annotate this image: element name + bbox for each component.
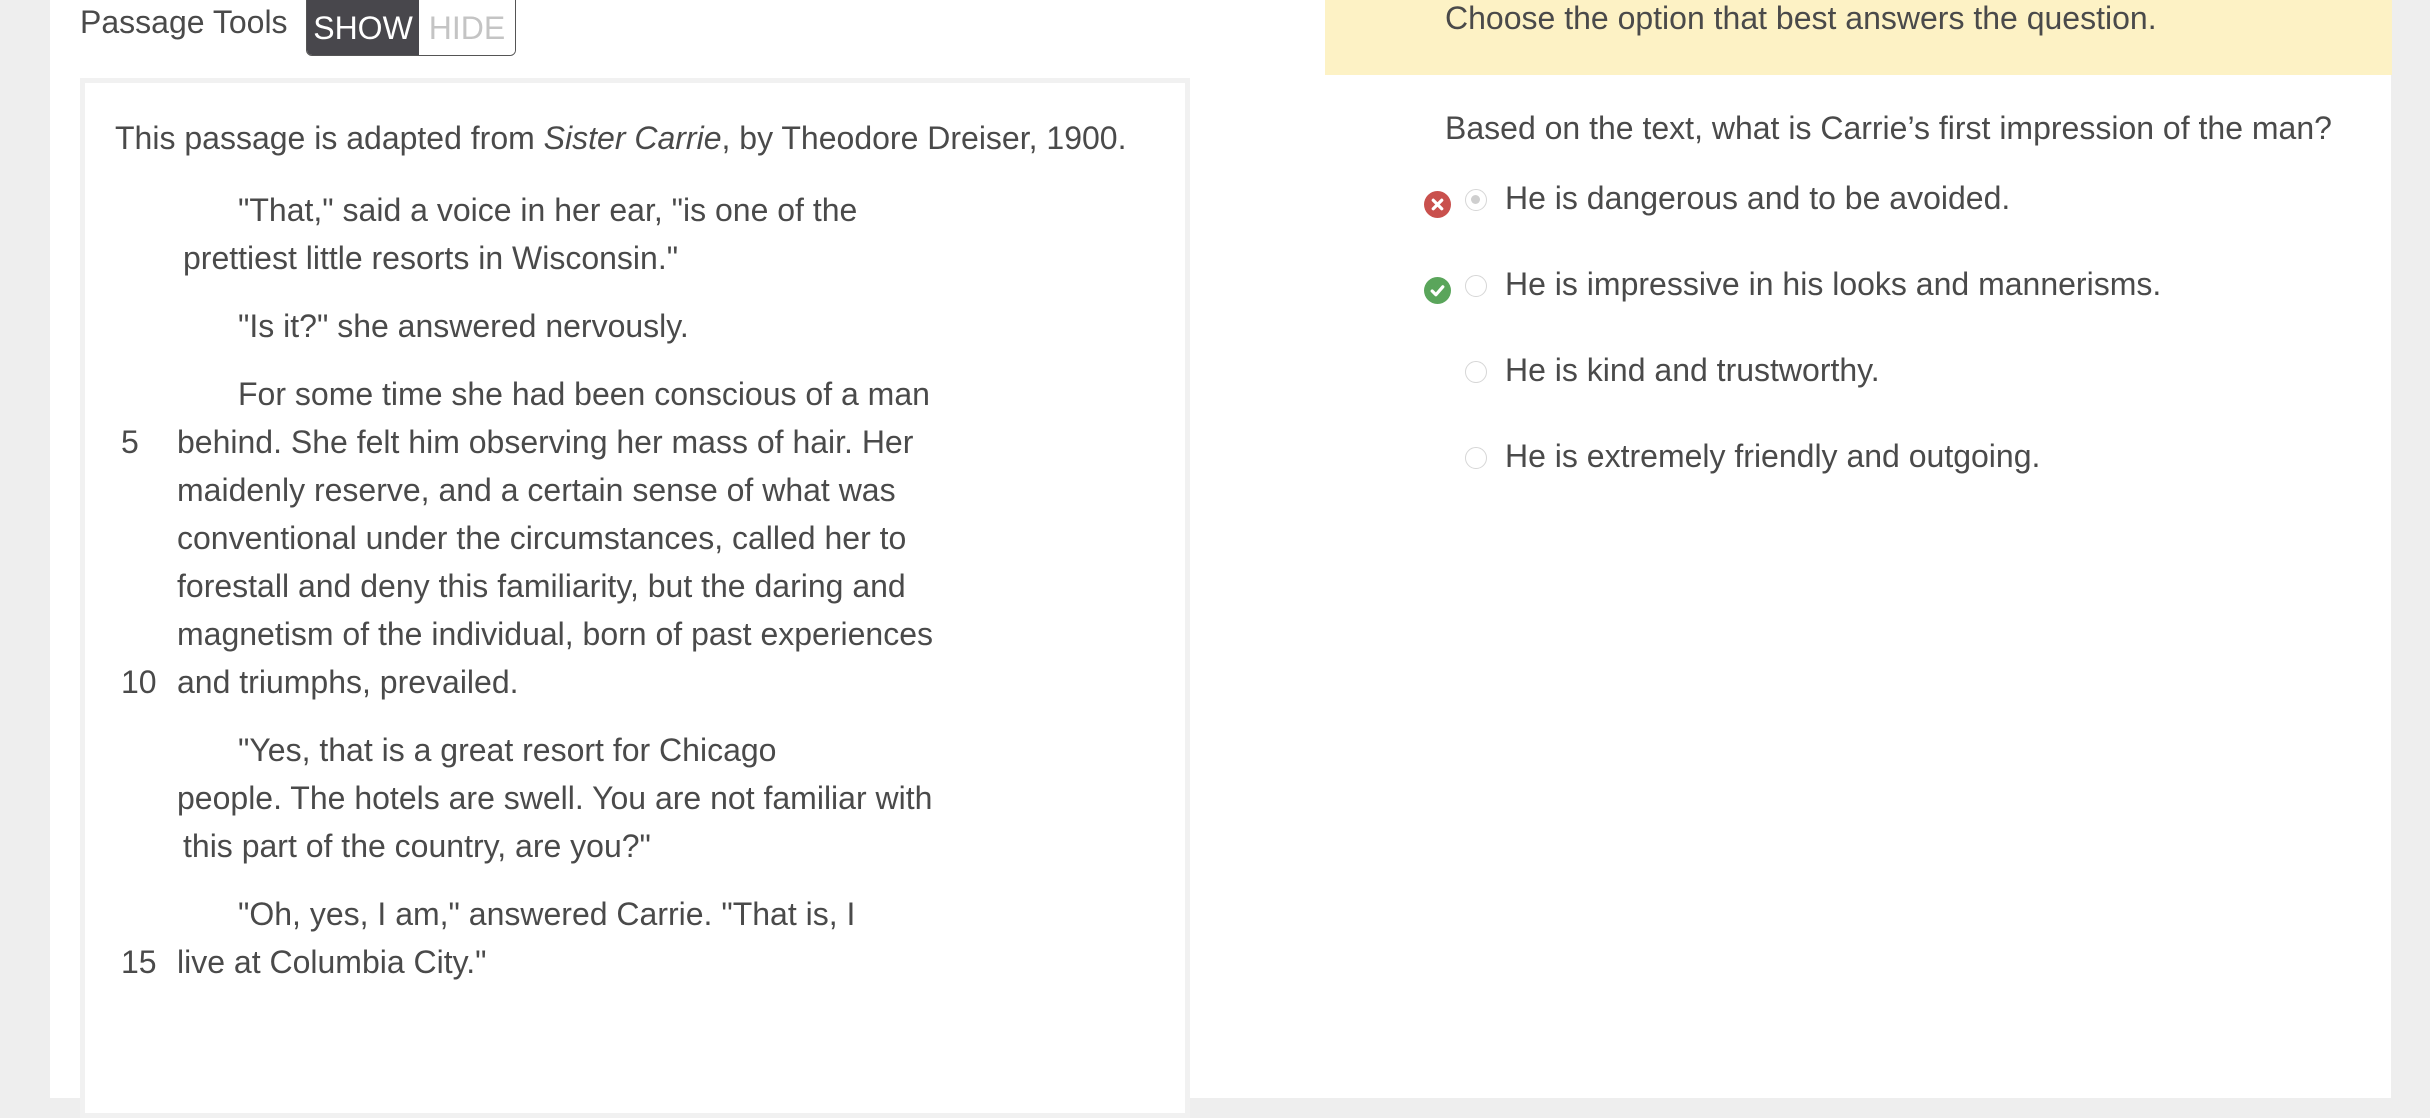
passage-panel: This passage is adapted from Sister Carr… [80,78,1190,1118]
show-button[interactable]: SHOW [307,0,419,55]
intro-prefix: This passage is adapted from [115,120,544,156]
line-number: 15 [121,944,157,980]
passage-line: maidenly reserve, and a certain sense of… [177,472,896,508]
radio-button[interactable] [1465,189,1487,211]
hide-button[interactable]: HIDE [419,0,515,55]
passage-line: and triumphs, prevailed. [177,664,519,700]
passage-line: magnetism of the individual, born of pas… [177,616,933,652]
passage-line: "Oh, yes, I am," answered Carrie. "That … [238,896,856,932]
radio-button[interactable] [1465,361,1487,383]
passage-line: "That," said a voice in her ear, "is one… [238,192,858,228]
passage-line: people. The hotels are swell. You are no… [177,780,933,816]
intro-suffix: , by Theodore Dreiser, 1900. [721,120,1127,156]
passage-line: forestall and deny this familiarity, but… [177,568,906,604]
option-label: He is dangerous and to be avoided. [1505,180,2011,216]
x-circle-icon [1424,191,1451,218]
option-label: He is kind and trustworthy. [1505,352,1880,388]
passage-line: prettiest little resorts in Wisconsin." [183,240,679,276]
instruction-bar: Choose the option that best answers the … [1325,0,2392,75]
passage-tools-toggle: SHOW HIDE [306,0,516,56]
instruction-text: Choose the option that best answers the … [1445,0,2157,36]
answer-option[interactable]: He is kind and trustworthy. [1420,348,2320,398]
question-text: Based on the text, what is Carrie’s firs… [1445,110,2332,146]
line-number: 5 [121,424,139,460]
option-label: He is impressive in his looks and manner… [1505,266,2162,302]
passage-line: live at Columbia City." [177,944,487,980]
passage-line: this part of the country, are you?" [183,828,651,864]
option-label: He is extremely friendly and outgoing. [1505,438,2041,474]
line-number: 10 [121,664,157,700]
answer-option[interactable]: He is dangerous and to be avoided. [1420,176,2320,226]
source-title: Sister Carrie [543,120,722,156]
answer-option[interactable]: He is extremely friendly and outgoing. [1420,434,2320,484]
passage-line: "Yes, that is a great resort for Chicago [238,732,777,768]
answer-option[interactable]: He is impressive in his looks and manner… [1420,262,2320,312]
check-circle-icon [1424,277,1451,304]
radio-button[interactable] [1465,447,1487,469]
passage-line: behind. She felt him observing her mass … [177,424,914,460]
passage-line: For some time she had been conscious of … [238,376,930,412]
passage-line: conventional under the circumstances, ca… [177,520,907,556]
passage-tools-label: Passage Tools [80,4,288,40]
radio-button[interactable] [1465,275,1487,297]
passage-intro: This passage is adapted from Sister Carr… [115,120,1126,157]
passage-line: "Is it?" she answered nervously. [238,308,689,344]
